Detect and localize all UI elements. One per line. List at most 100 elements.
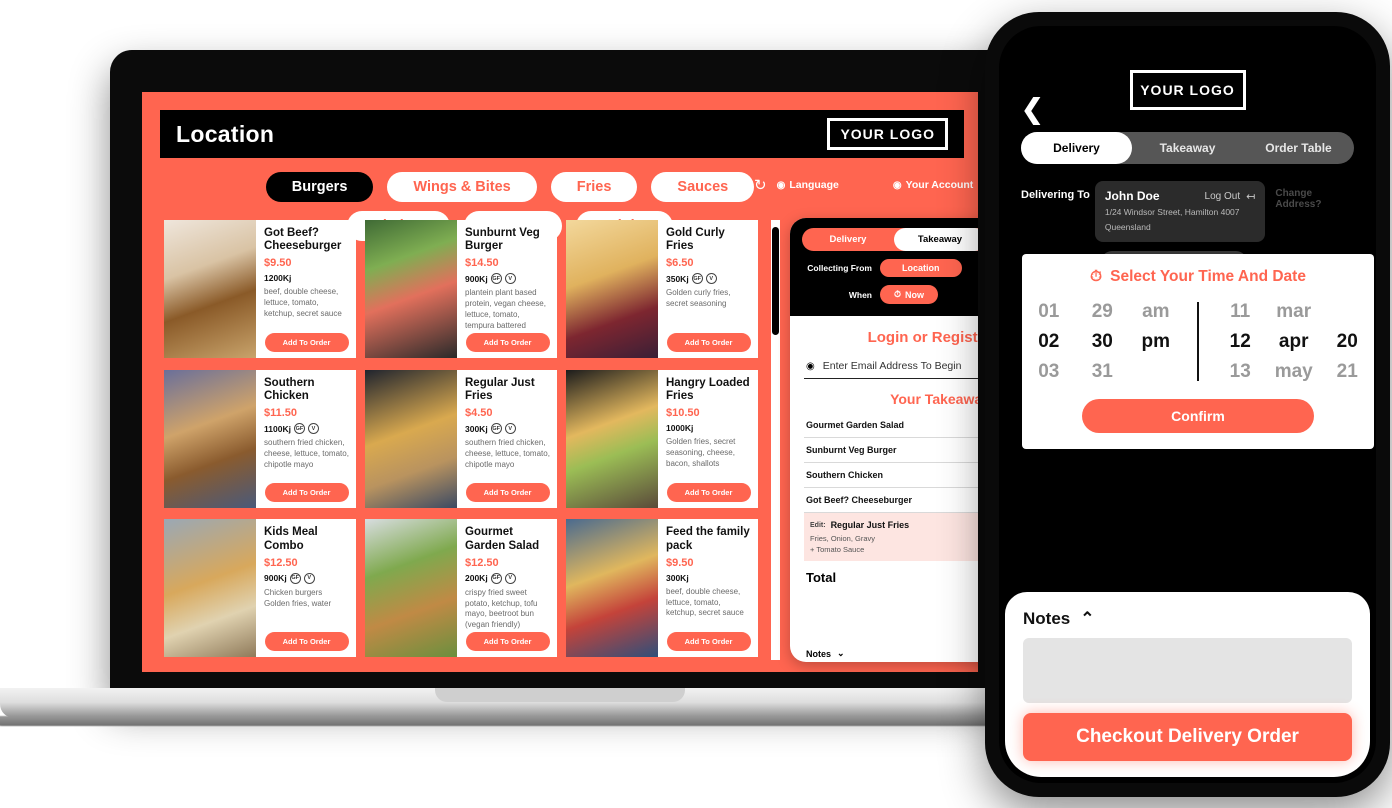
laptop-foot — [0, 716, 1128, 726]
tab-delivery[interactable]: Delivery — [802, 228, 894, 251]
confirm-button[interactable]: Confirm — [1082, 399, 1314, 433]
add-to-order-button[interactable]: Add To Order — [264, 482, 349, 502]
food-kilojoules: 300Kj — [666, 572, 689, 583]
picker-column-months[interactable]: mar apr may — [1267, 302, 1321, 381]
tab-takeaway[interactable]: Takeaway — [894, 228, 978, 251]
language-selector[interactable]: ◉ Language — [777, 179, 839, 191]
category-chip-sauces[interactable]: Sauces — [651, 172, 755, 202]
food-price: $12.50 — [264, 556, 298, 569]
mail-icon: ◉ — [806, 360, 815, 372]
login-register-toggle[interactable]: Login or Register ⌄ — [804, 328, 978, 346]
menu-card[interactable]: Regular Just Fries $4.50 300Kj GF V sout… — [365, 369, 557, 508]
address-card[interactable]: John Doe Log Out ↤ 1/24 Windsor Street, … — [1094, 181, 1266, 242]
picker-day-selected[interactable]: 12 — [1230, 332, 1251, 351]
add-to-order-button[interactable]: Add To Order — [465, 632, 550, 652]
add-to-order-button[interactable]: Add To Order — [264, 632, 349, 652]
food-price: $6.50 — [666, 257, 694, 270]
add-to-order-button[interactable]: Add To Order — [264, 333, 349, 352]
picker-column-minutes[interactable]: 29 30 31 — [1076, 302, 1130, 381]
food-kilojoules: 1200Kj — [264, 273, 292, 284]
vegan-icon: V — [705, 273, 717, 285]
cart-row[interactable]: Got Beef? Cheeseburger − 1 + $9.50 — [804, 488, 978, 513]
menu-card[interactable]: Feed the family pack $9.50 300Kj beef, d… — [566, 519, 758, 658]
collecting-from-value[interactable]: Location — [880, 259, 962, 277]
food-price: $14.50 — [465, 257, 499, 270]
notes-toggle[interactable]: Notes ⌃ — [1023, 609, 1352, 629]
picker-day-option[interactable]: 13 — [1230, 362, 1251, 381]
cart-row[interactable]: Sunburnt Veg Burger − 1 + $14.50 — [804, 438, 978, 463]
back-icon[interactable]: ❮ — [1021, 96, 1044, 123]
refresh-icon[interactable]: ↻ — [754, 176, 767, 194]
order-mode-tabs: Delivery Takeaway Order Table — [802, 228, 978, 251]
when-label: When — [848, 289, 872, 300]
menu-card[interactable]: Sunburnt Veg Burger $14.50 900Kj GF V pl… — [365, 220, 557, 358]
picker-year-selected[interactable]: 20 — [1337, 332, 1358, 351]
add-to-order-button[interactable]: Add To Order — [465, 333, 550, 352]
vegan-icon: V — [307, 423, 319, 435]
menu-card[interactable]: Got Beef? Cheeseburger $9.50 1200Kj beef… — [164, 220, 356, 358]
add-to-order-button[interactable]: Add To Order — [666, 482, 751, 502]
picker-hour-selected[interactable]: 02 — [1038, 332, 1059, 351]
phone-device: ❮ YOUR LOGO Delivery Takeaway Order Tabl… — [985, 12, 1390, 797]
picker-minute-selected[interactable]: 30 — [1092, 332, 1113, 351]
cart-row-editable[interactable]: Edit: Regular Just Fries − 1 + $4.50 Fri… — [804, 513, 978, 561]
email-field[interactable]: ◉ Enter Email Address To Begin — [804, 354, 978, 379]
menu-card[interactable]: Gourmet Garden Salad $12.50 200Kj GF V c… — [365, 519, 557, 658]
when-value[interactable]: ⏱ Now — [880, 285, 939, 304]
picker-column-days[interactable]: 11 12 13 — [1213, 302, 1267, 381]
cart-row[interactable]: Southern Chicken − 1 + $11.50 — [804, 463, 978, 488]
chevron-down-icon: ⌄ — [837, 648, 845, 658]
menu-scrollbar-thumb[interactable] — [772, 227, 779, 335]
edit-label[interactable]: Edit: — [810, 522, 826, 529]
tab-delivery[interactable]: Delivery — [1021, 132, 1132, 164]
account-label: Your Account — [905, 179, 974, 191]
logout-label[interactable]: Log Out — [1205, 191, 1241, 202]
checkout-button[interactable]: Checkout Delivery Order — [1023, 713, 1352, 761]
cart-row[interactable]: Gourmet Garden Salad − 1 + $12.50 — [804, 413, 978, 438]
food-description: Golden curly fries, secret seasoning — [666, 288, 731, 309]
picker-month-option[interactable]: may — [1275, 362, 1313, 381]
picker-minute-option[interactable]: 29 — [1092, 302, 1113, 321]
category-chip-fries[interactable]: Fries — [550, 172, 638, 202]
picker-month-option[interactable]: mar — [1276, 302, 1311, 321]
notes-input[interactable] — [1023, 638, 1352, 703]
picker-column-hours[interactable]: 01 02 03 — [1022, 302, 1076, 381]
picker-meridiem-option[interactable]: am — [1142, 302, 1169, 321]
gluten-free-icon: GF — [691, 273, 703, 285]
logout-icon[interactable]: ↤ — [1246, 190, 1255, 203]
picker-meridiem-selected[interactable]: pm — [1142, 332, 1171, 351]
menu-card[interactable]: Hangry Loaded Fries $10.50 1000Kj Golden… — [566, 369, 758, 508]
category-chip-burgers[interactable]: Burgers — [265, 172, 374, 202]
account-menu[interactable]: ◉ Your Account — [893, 179, 973, 191]
picker-column-meridiem[interactable]: am pm — [1129, 302, 1183, 381]
picker-hour-option[interactable]: 03 — [1038, 362, 1059, 381]
menu-card[interactable]: Southern Chicken $11.50 1100Kj GF V sout… — [164, 369, 356, 508]
picker-column-years[interactable]: 20 21 — [1320, 302, 1374, 381]
total-label: Total — [806, 570, 837, 585]
picker-month-selected[interactable]: apr — [1279, 332, 1309, 351]
add-to-order-button[interactable]: Add To Order — [666, 632, 751, 652]
picker-day-option[interactable]: 11 — [1230, 302, 1250, 321]
picker-year-option[interactable]: 21 — [1337, 362, 1358, 381]
picker-hour-option[interactable]: 01 — [1038, 302, 1059, 321]
order-panel-body: Login or Register ⌄ ◉ Enter Email Addres… — [790, 316, 978, 662]
menu-card[interactable]: Kids Meal Combo $12.50 900Kj GF V Chicke… — [164, 519, 356, 658]
picker-grid: 01 02 03 29 30 31 am pm 11 12 13 mar apr… — [1022, 302, 1374, 381]
food-name: Southern Chicken — [264, 376, 315, 402]
add-to-order-button[interactable]: Add To Order — [666, 333, 751, 352]
category-chip-wings-bites[interactable]: Wings & Bites — [387, 172, 537, 202]
food-image — [164, 519, 256, 658]
change-address-link[interactable]: Change Address? — [1275, 181, 1354, 210]
tab-order-table[interactable]: Order Table — [1243, 132, 1354, 164]
cart-item-name: Got Beef? Cheeseburger — [806, 495, 913, 505]
menu-card[interactable]: Gold Curly Fries $6.50 350Kj GF V Golden… — [566, 220, 758, 358]
food-name: Gold Curly Fries — [666, 227, 725, 253]
laptop-notch — [435, 688, 685, 702]
add-to-order-button[interactable]: Add To Order — [465, 482, 550, 502]
chevron-up-icon: ⌃ — [1080, 609, 1095, 628]
mockup-stage: Location YOUR LOGO Burgers Wings & Bites… — [0, 0, 1392, 808]
vegan-icon: V — [504, 273, 516, 285]
picker-minute-option[interactable]: 31 — [1092, 362, 1113, 381]
tab-takeaway[interactable]: Takeaway — [1132, 132, 1243, 164]
notes-toggle[interactable]: Notes ⌄ — [804, 648, 978, 659]
